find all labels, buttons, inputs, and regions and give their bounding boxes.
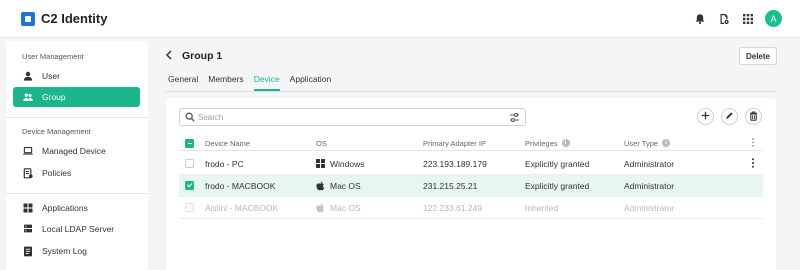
sidebar-item-user[interactable]: User [13, 66, 140, 86]
bell-icon[interactable] [693, 12, 707, 26]
column-settings-button[interactable] [751, 136, 755, 150]
tab-bar-divider [165, 91, 776, 92]
ip-cell: 223.193.189.179 [423, 158, 487, 169]
row-checkbox[interactable] [185, 181, 194, 190]
user-type-cell: Administrator [624, 202, 675, 213]
apps-grid-icon[interactable] [741, 12, 755, 26]
server-icon [23, 224, 33, 234]
table-header: Device Name OS Primary Adapter IP Privil… [179, 136, 763, 151]
delete-device-button[interactable] [745, 108, 762, 125]
app-title[interactable]: C2 Identity [41, 11, 107, 26]
sidebar-item-label: Local LDAP Server [42, 224, 115, 234]
search-box [179, 108, 526, 126]
top-bar-actions: A [693, 10, 782, 27]
column-header-privileges[interactable]: Privileges i [525, 136, 570, 150]
apple-icon [316, 202, 325, 212]
row-checkbox [185, 203, 194, 212]
row-menu-button[interactable] [751, 153, 755, 174]
laptop-icon [23, 146, 33, 156]
user-type-cell: Administrator [624, 180, 675, 191]
tab-members[interactable]: Members [208, 74, 243, 91]
user-avatar[interactable]: A [765, 10, 782, 27]
os-label: Windows [330, 158, 365, 169]
sidebar: User Management User Group Device Manage… [6, 41, 148, 270]
os-label: Mac OS [330, 180, 361, 191]
sidebar-section-user-management: User Management [22, 52, 84, 61]
sidebar-item-label: Managed Device [42, 146, 106, 156]
search-icon [185, 112, 195, 122]
sidebar-item-label: Policies [42, 168, 72, 178]
device-name-cell: frodo - MACBOOK [205, 180, 276, 191]
select-all-checkbox[interactable] [185, 139, 194, 148]
tab-device[interactable]: Device [253, 74, 280, 91]
device-name-cell: Aislinl - MACBOOK [205, 202, 279, 213]
privileges-cell: Inherited [525, 202, 559, 213]
row-checkbox[interactable] [185, 159, 194, 168]
ip-cell: 231.215.25.21 [423, 180, 478, 191]
sidebar-divider [6, 117, 148, 118]
kebab-menu-icon [751, 137, 755, 149]
column-header-device-name[interactable]: Device Name [205, 136, 250, 150]
sidebar-item-local-ldap-server[interactable]: Local LDAP Server [13, 219, 140, 239]
os-label: Mac OS [330, 202, 361, 213]
log-icon [23, 246, 33, 256]
back-button[interactable] [165, 49, 175, 63]
table-row[interactable]: frodo - MACBOOK Mac OS 231.215.25.21 Exp… [179, 175, 763, 197]
delete-button[interactable]: Delete [739, 47, 777, 65]
column-header-label: Privileges [525, 138, 558, 148]
sidebar-item-label: Applications [42, 203, 88, 213]
tab-general[interactable]: General [168, 74, 198, 91]
sidebar-section-device-management: Device Management [22, 127, 91, 136]
ip-cell: 122.233.61.249 [423, 202, 483, 213]
sidebar-divider [6, 193, 148, 194]
sidebar-item-label: System Log [42, 246, 87, 256]
device-name-cell: frodo - PC [205, 158, 244, 169]
tab-application[interactable]: Application [290, 74, 332, 91]
add-device-button[interactable] [697, 108, 714, 125]
sidebar-item-managed-device[interactable]: Managed Device [13, 141, 140, 161]
sidebar-item-label: Group [42, 92, 66, 102]
column-header-os[interactable]: OS [316, 136, 327, 150]
os-cell: Mac OS [316, 197, 361, 218]
apps-icon [23, 203, 33, 213]
policy-icon [23, 167, 33, 178]
filter-sliders-icon[interactable] [509, 112, 520, 123]
edit-button[interactable] [721, 108, 738, 125]
app-logo-icon[interactable] [21, 12, 35, 26]
privileges-cell: Explicitly granted [525, 180, 590, 191]
chevron-left-icon [165, 50, 173, 62]
os-cell: Windows [316, 153, 364, 174]
sidebar-item-policies[interactable]: Policies [13, 163, 140, 183]
column-header-label: User Type [624, 138, 659, 148]
top-bar: C2 Identity A [0, 0, 800, 38]
sidebar-item-group[interactable]: Group [13, 87, 140, 107]
column-header-primary-adapter-ip[interactable]: Primary Adapter IP [423, 136, 486, 150]
sidebar-item-system-log[interactable]: System Log [13, 241, 140, 261]
windows-icon [316, 159, 325, 168]
search-input[interactable] [198, 110, 498, 124]
table-row[interactable]: frodo - PC Windows 223.193.189.179 Expli… [179, 153, 763, 175]
user-type-cell: Administrator [624, 158, 675, 169]
document-settings-icon[interactable] [717, 12, 731, 26]
sidebar-item-label: User [42, 71, 60, 81]
os-cell: Mac OS [316, 175, 361, 196]
plus-icon [701, 111, 710, 122]
tab-bar: General Members Device Application [168, 74, 331, 91]
privileges-cell: Explicitly granted [525, 158, 590, 169]
info-icon[interactable]: i [662, 139, 671, 147]
trash-icon [749, 111, 758, 123]
group-icon [23, 92, 33, 102]
apple-icon [316, 180, 325, 190]
kebab-menu-icon [751, 157, 755, 170]
user-icon [23, 71, 33, 81]
column-header-user-type[interactable]: User Type i [624, 136, 671, 150]
table-row: Aislinl - MACBOOK Mac OS 122.233.61.249 … [179, 197, 763, 219]
info-icon[interactable]: i [561, 139, 570, 147]
page-title: Group 1 [182, 50, 223, 62]
pencil-icon [725, 111, 734, 122]
sidebar-item-applications[interactable]: Applications [13, 198, 140, 218]
